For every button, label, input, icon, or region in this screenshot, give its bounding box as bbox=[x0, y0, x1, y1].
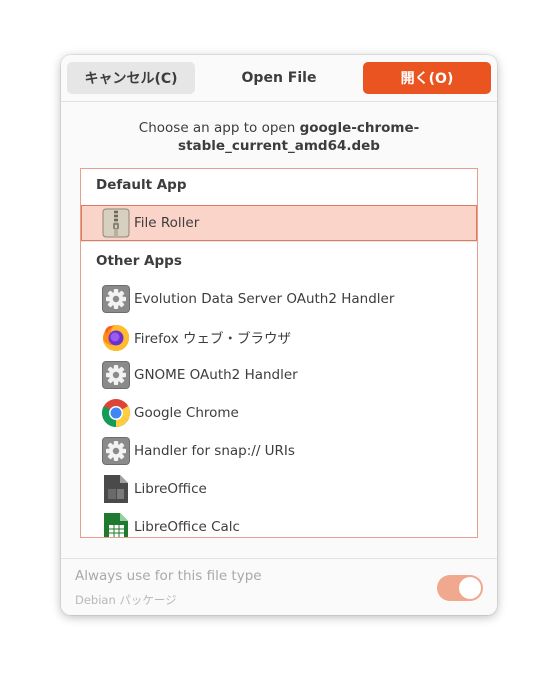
toggle-knob bbox=[459, 577, 481, 599]
gear-icon bbox=[101, 436, 131, 466]
dialog-header: キャンセル(C) Open File 開く(O) bbox=[61, 55, 497, 102]
firefox-icon bbox=[101, 322, 131, 352]
app-list[interactable]: Default App File Roller Other Apps Evolu… bbox=[80, 168, 478, 538]
app-label: LibreOffice Calc bbox=[134, 519, 240, 535]
app-label: Evolution Data Server OAuth2 Handler bbox=[134, 291, 395, 307]
default-app-header: Default App bbox=[96, 177, 187, 193]
other-apps-header: Other Apps bbox=[96, 253, 182, 269]
app-label: GNOME OAuth2 Handler bbox=[134, 367, 298, 383]
chrome-icon bbox=[101, 398, 131, 428]
app-label: LibreOffice bbox=[134, 481, 207, 497]
open-file-dialog: キャンセル(C) Open File 開く(O) Choose an app t… bbox=[61, 55, 497, 615]
app-label: File Roller bbox=[134, 215, 200, 231]
app-row-gnome-oauth2[interactable]: GNOME OAuth2 Handler bbox=[81, 357, 477, 393]
dialog-footer: Always use for this file type Debian パッケ… bbox=[61, 558, 497, 615]
app-row-libreoffice-calc[interactable]: LibreOffice Calc bbox=[81, 509, 477, 537]
libreoffice-icon bbox=[101, 474, 131, 504]
app-row-snap-handler[interactable]: Handler for snap:// URIs bbox=[81, 433, 477, 469]
file-type-label: Debian パッケージ bbox=[75, 593, 177, 607]
libreoffice-calc-icon bbox=[101, 512, 131, 537]
app-row-libreoffice[interactable]: LibreOffice bbox=[81, 471, 477, 507]
section-divider bbox=[81, 241, 477, 242]
app-label: Google Chrome bbox=[134, 405, 239, 421]
prompt-prefix: Choose an app to open bbox=[138, 120, 300, 136]
prompt-text: Choose an app to open google-chrome- sta… bbox=[81, 119, 477, 155]
filename-part-2: stable_current_amd64.deb bbox=[178, 138, 380, 154]
dialog-title: Open File bbox=[241, 70, 317, 86]
filename-part-1: google-chrome- bbox=[299, 120, 420, 136]
app-row-google-chrome[interactable]: Google Chrome bbox=[81, 395, 477, 431]
app-label: Firefox ウェブ・ブラウザ bbox=[134, 331, 291, 347]
always-use-toggle[interactable] bbox=[437, 575, 483, 601]
archive-icon bbox=[101, 208, 131, 238]
app-row-file-roller[interactable]: File Roller bbox=[81, 205, 477, 241]
cancel-button[interactable]: キャンセル(C) bbox=[67, 62, 195, 94]
app-row-firefox[interactable]: Firefox ウェブ・ブラウザ bbox=[81, 319, 477, 355]
open-button[interactable]: 開く(O) bbox=[363, 62, 491, 94]
app-row-evolution-oauth2[interactable]: Evolution Data Server OAuth2 Handler bbox=[81, 281, 477, 317]
gear-icon bbox=[101, 284, 131, 314]
always-use-label: Always use for this file type bbox=[75, 568, 262, 584]
app-label: Handler for snap:// URIs bbox=[134, 443, 295, 459]
gear-icon bbox=[101, 360, 131, 390]
